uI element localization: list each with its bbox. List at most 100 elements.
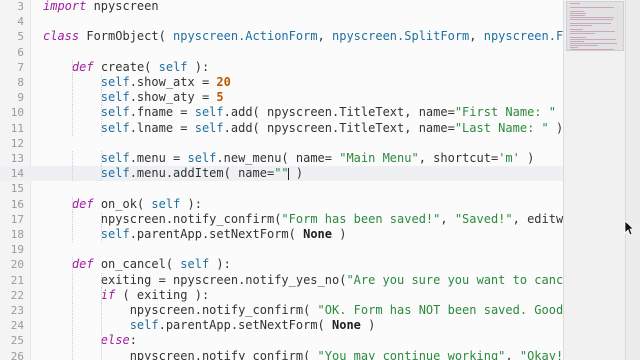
- indent-guide: [71, 333, 73, 349]
- code-token: .fname =: [129, 105, 195, 120]
- indent-guide: [71, 227, 73, 242]
- code-line[interactable]: 25 else:: [0, 333, 563, 349]
- code-text: if ( exiting ):: [43, 288, 209, 303]
- code-line[interactable]: 19: [0, 242, 563, 257]
- code-token: ): [556, 105, 563, 119]
- line-number: 8: [17, 76, 24, 89]
- minimap-line: [570, 41, 584, 42]
- code-token: ): [548, 120, 563, 135]
- code-line[interactable]: 7 def create( self ):: [0, 59, 563, 75]
- self-token: npyscreen.ActionForm: [173, 29, 318, 44]
- indent-guide: [100, 348, 102, 360]
- code-line[interactable]: 18 self.parentApp.setNextForm( None ): [0, 227, 563, 242]
- code-line[interactable]: 24 self.parentApp.setNextForm( None ): [0, 318, 563, 334]
- code-token: ):: [187, 59, 210, 74]
- line-number: 16: [10, 197, 24, 211]
- indent-guide: [100, 318, 102, 334]
- code-token: ,: [440, 211, 455, 226]
- code-line[interactable]: 5 class FormObject( npyscreen.ActionForm,…: [0, 29, 563, 44]
- code-line[interactable]: 17 npyscreen.notify_confirm("Form has be…: [0, 211, 563, 227]
- line-number: 18: [10, 228, 24, 241]
- code-line[interactable]: 11 self.lname = self.add( npyscreen.Titl…: [0, 120, 563, 136]
- string-token: "OK. Form has NOT been saved. Good bye!": [317, 303, 563, 317]
- line-number: 11: [10, 121, 24, 135]
- code-token: .lname =: [129, 120, 195, 135]
- keyword-token: def: [71, 257, 94, 272]
- code-token: ):: [209, 257, 231, 272]
- code-line[interactable]: 4: [0, 14, 563, 29]
- code-line[interactable]: 13 self.menu = self.new_menu( name= "Mai…: [0, 151, 563, 166]
- string-token: "Saved!": [454, 211, 513, 226]
- code-line[interactable]: 22 if ( exiting ):: [0, 287, 563, 303]
- builtin-token: None: [332, 318, 361, 333]
- code-line[interactable]: 20 def on_cancel( self ):: [0, 257, 563, 273]
- string-token: "Okay!": [519, 348, 563, 360]
- indent-guide: [71, 211, 73, 227]
- indent-guide: [100, 120, 102, 136]
- line-number: 4: [17, 15, 24, 29]
- code-text: class FormObject( npyscreen.ActionForm, …: [43, 29, 563, 44]
- code-line[interactable]: 14 self.menu.addItem( name="" ): [0, 166, 563, 182]
- code-text: self.menu.addItem( name="" ): [43, 166, 303, 181]
- code-token: ( exiting ):: [115, 287, 210, 302]
- indent-guide: [71, 90, 73, 106]
- code-line[interactable]: 23 npyscreen.notify_confirm( "OK. Form h…: [0, 303, 563, 318]
- code-line[interactable]: 8 self.show_atx = 20: [0, 75, 563, 90]
- line-number: 24: [10, 319, 24, 333]
- minimap-line: [570, 45, 598, 46]
- code-token: ):: [180, 196, 202, 211]
- number-token: 5: [216, 90, 224, 105]
- code-line[interactable]: 9 self.show_aty = 5: [0, 90, 563, 106]
- string-token: "You may continue working": [317, 348, 506, 360]
- indent-guide: [100, 333, 102, 349]
- line-number: 6: [17, 45, 24, 59]
- code-token: .show_atx =: [129, 75, 217, 89]
- string-token: "Are you sure you want to cancel?": [346, 272, 563, 287]
- minimap-line: [570, 31, 615, 32]
- self-token: self: [100, 151, 130, 165]
- minimap-line: [570, 7, 614, 8]
- code-token: npyscreen.notify_confirm(: [43, 348, 318, 360]
- code-text: def on_ok( self ):: [43, 197, 202, 212]
- code-line[interactable]: 26 npyscreen.notify_confirm( "You may co…: [0, 348, 563, 360]
- self-token: self: [194, 105, 224, 120]
- code-token: .add( npyscreen.TitleText, name=: [223, 105, 455, 120]
- string-token: "Last Name: ": [454, 120, 549, 135]
- indent-guide: [71, 272, 73, 288]
- code-line[interactable]: 15: [0, 181, 563, 196]
- code-text: self.lname = self.add( npyscreen.TitleTe…: [43, 121, 563, 136]
- line-number: 25: [10, 334, 24, 348]
- code-text: self.parentApp.setNextForm( None ): [43, 227, 347, 242]
- minimap-line: [570, 15, 585, 16]
- indent-guide: [100, 151, 102, 166]
- line-number: 15: [10, 182, 24, 196]
- code-line[interactable]: 16 def on_ok( self ):: [0, 196, 563, 212]
- code-line[interactable]: 10 self.fname = self.add( npyscreen.Titl…: [0, 105, 563, 121]
- minimap-line: [570, 47, 578, 48]
- code-line[interactable]: 3 import npyscreen: [0, 0, 563, 14]
- indent-guide: [100, 75, 102, 90]
- code-line[interactable]: 6: [0, 45, 563, 60]
- line-number: 9: [17, 91, 24, 105]
- line-number: 7: [17, 60, 24, 74]
- minimap-line: [570, 13, 586, 14]
- code-token: .menu =: [129, 151, 188, 165]
- line-number: 13: [10, 152, 24, 165]
- vertical-scrollbar[interactable]: [625, 0, 640, 360]
- keyword-token: if: [100, 287, 116, 302]
- code-editor[interactable]: 3 import npyscreen 4 5 class FormObject( npy…: [0, 0, 563, 360]
- string-token: 'm': [498, 151, 520, 165]
- code-line[interactable]: 12: [0, 136, 563, 151]
- line-number: 21: [10, 273, 24, 287]
- self-token: self: [129, 318, 159, 333]
- self-token: npyscreen.Fo: [483, 29, 563, 44]
- code-token: .show_aty =: [129, 90, 217, 105]
- code-token: on_cancel(: [93, 257, 181, 272]
- code-text: def create( self ):: [43, 60, 209, 75]
- minimap[interactable]: [563, 0, 626, 360]
- code-line[interactable]: 21 exiting = npyscreen.notify_yes_no("Ar…: [0, 272, 563, 288]
- code-text: npyscreen.notify_confirm( "You may conti…: [43, 349, 563, 360]
